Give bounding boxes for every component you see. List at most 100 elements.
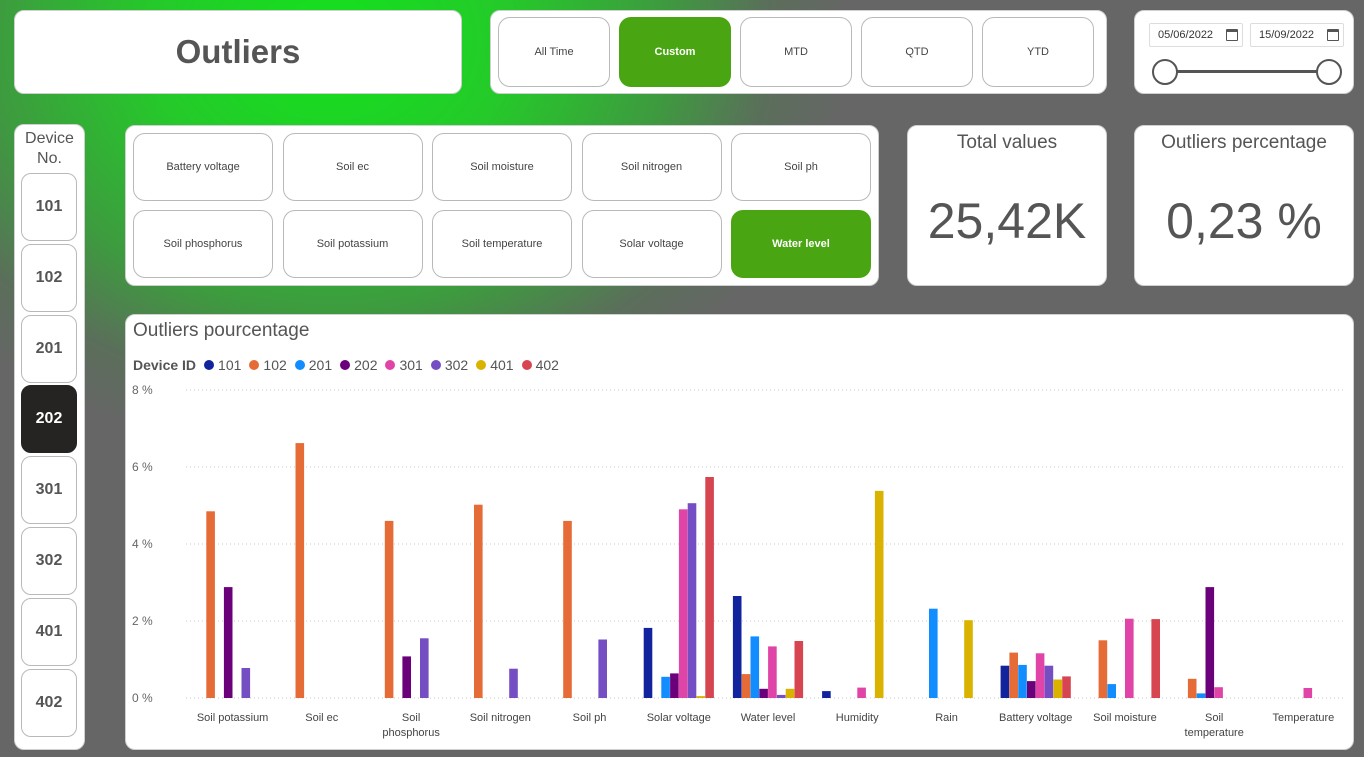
bar-battery-voltage-301[interactable] [1035,653,1045,698]
bar-battery-voltage-302[interactable] [1044,665,1054,698]
bar-soil-moisture-102[interactable] [1098,640,1108,699]
legend-title: Device ID [133,357,197,373]
legend-item-102[interactable]: 102 [249,357,287,373]
bar-soil-moisture-402[interactable] [1151,619,1160,698]
metric-button-soil-ec[interactable]: Soil ec [282,133,423,201]
bar-soil-temperature-301[interactable] [1214,687,1223,698]
bar-battery-voltage-202[interactable] [1027,681,1036,698]
legend-item-402[interactable]: 402 [521,357,559,373]
x-tick-label: Soil nitrogen [470,712,531,724]
date-slider-start-handle[interactable] [1152,59,1178,85]
bar-soil-ph-302[interactable] [598,639,607,699]
bar-water-level-202[interactable] [759,688,768,698]
metric-button-soil-moisture[interactable]: Soil moisture [432,133,572,201]
bar-solar-voltage-402[interactable] [705,477,714,698]
metric-button-solar-voltage[interactable]: Solar voltage [581,210,722,278]
device-button-202[interactable]: 202 [21,385,77,454]
metric-button-water-level[interactable]: Water level [731,210,871,278]
end-date-input[interactable]: 15/09/2022 [1250,23,1344,47]
metric-button-battery-voltage[interactable]: Battery voltage [133,133,273,201]
metric-button-soil-potassium[interactable]: Soil potassium [282,210,423,278]
metric-button-soil-ph[interactable]: Soil ph [731,133,871,201]
bar-soil-moisture-201[interactable] [1107,684,1116,698]
calendar-icon[interactable] [1226,29,1238,41]
bar-soil-nitrogen-102[interactable] [474,504,483,698]
bar-soil-temperature-201[interactable] [1196,693,1206,698]
bar-soil-moisture-301[interactable] [1125,618,1134,698]
bar-water-level-401[interactable] [785,688,795,698]
bar-solar-voltage-202[interactable] [670,673,679,698]
bar-water-level-102[interactable] [741,674,751,698]
legend-item-201[interactable]: 201 [294,357,332,373]
bar-soil-ph-102[interactable] [563,520,572,698]
bar-battery-voltage-101[interactable] [1000,665,1010,698]
device-button-301[interactable]: 301 [21,456,77,525]
legend-item-401[interactable]: 401 [476,357,514,373]
period-button-custom[interactable]: Custom [619,17,731,87]
bar-rain-201[interactable] [929,608,938,698]
calendar-icon[interactable] [1327,29,1339,41]
bar-soil-potassium-202[interactable] [223,587,233,698]
bar-battery-voltage-102[interactable] [1009,652,1018,698]
bar-rain-401[interactable] [964,620,973,698]
bar-soil-phosphorus-102[interactable] [384,520,394,698]
bar-soil-temperature-102[interactable] [1187,678,1197,699]
bar-battery-voltage-401[interactable] [1053,679,1062,699]
x-tick-label: Soil [1205,712,1223,724]
device-button-402[interactable]: 402 [21,668,77,737]
metric-button-soil-phosphorus[interactable]: Soil phosphorus [133,210,273,278]
x-tick-label: Rain [935,712,958,724]
bar-water-level-101[interactable] [732,596,742,698]
bar-water-level-201[interactable] [750,636,760,698]
device-button-302[interactable]: 302 [21,527,77,595]
device-button-401[interactable]: 401 [21,597,77,666]
device-button-201[interactable]: 201 [21,314,77,383]
legend-item-101[interactable]: 101 [204,357,241,373]
legend-item-202[interactable]: 202 [340,357,377,373]
outliers-percentage-value: 0,23 % [1166,193,1322,249]
metric-button-soil-temperature[interactable]: Soil temperature [432,210,572,278]
bar-soil-potassium-102[interactable] [206,511,215,698]
bar-soil-ec-102[interactable] [295,443,305,698]
bar-solar-voltage-101[interactable] [643,627,653,698]
period-button-ytd[interactable]: YTD [982,17,1094,87]
x-tick-label: Humidity [836,712,879,724]
period-button-mtd[interactable]: MTD [740,17,852,87]
bar-water-level-301[interactable] [768,646,777,698]
legend-label: 202 [354,357,378,373]
legend-swatch [430,360,441,370]
bar-solar-voltage-201[interactable] [661,676,670,698]
y-tick-label: 4 % [132,537,153,551]
bar-battery-voltage-201[interactable] [1018,664,1027,698]
legend-item-302[interactable]: 302 [430,357,468,373]
bar-solar-voltage-401[interactable] [696,696,706,698]
bar-soil-temperature-202[interactable] [1205,587,1215,698]
start-date-input[interactable]: 05/06/2022 [1149,23,1243,47]
bar-humidity-401[interactable] [874,490,884,698]
device-button-102[interactable]: 102 [21,243,77,312]
bar-soil-phosphorus-302[interactable] [420,638,429,698]
device-button-101[interactable]: 101 [21,173,77,241]
bar-humidity-301[interactable] [857,687,866,698]
bar-water-level-302[interactable] [776,694,786,698]
bar-soil-potassium-302[interactable] [241,668,251,698]
bar-solar-voltage-302[interactable] [687,503,697,698]
metric-button-soil-nitrogen[interactable]: Soil nitrogen [581,133,722,201]
bar-soil-nitrogen-302[interactable] [509,668,518,698]
bar-solar-voltage-301[interactable] [678,509,688,698]
bar-soil-phosphorus-202[interactable] [402,656,411,698]
bar-battery-voltage-402[interactable] [1062,676,1071,698]
x-tick-label: Soil moisture [1093,712,1157,724]
bar-water-level-402[interactable] [794,641,804,698]
bar-humidity-101[interactable] [822,691,831,698]
legend-swatch [385,360,396,370]
legend-item-301[interactable]: 301 [385,357,423,373]
period-button-qtd[interactable]: QTD [861,17,973,87]
period-button-all-time[interactable]: All Time [498,17,610,87]
bar-temperature-301[interactable] [1303,688,1313,698]
y-tick-label: 8 % [132,383,153,397]
x-tick-label: Soil ec [305,712,339,724]
date-slider-track[interactable] [1165,70,1329,73]
date-slider-end-handle[interactable] [1316,59,1342,85]
chart-title: Outliers pourcentage [133,320,310,341]
